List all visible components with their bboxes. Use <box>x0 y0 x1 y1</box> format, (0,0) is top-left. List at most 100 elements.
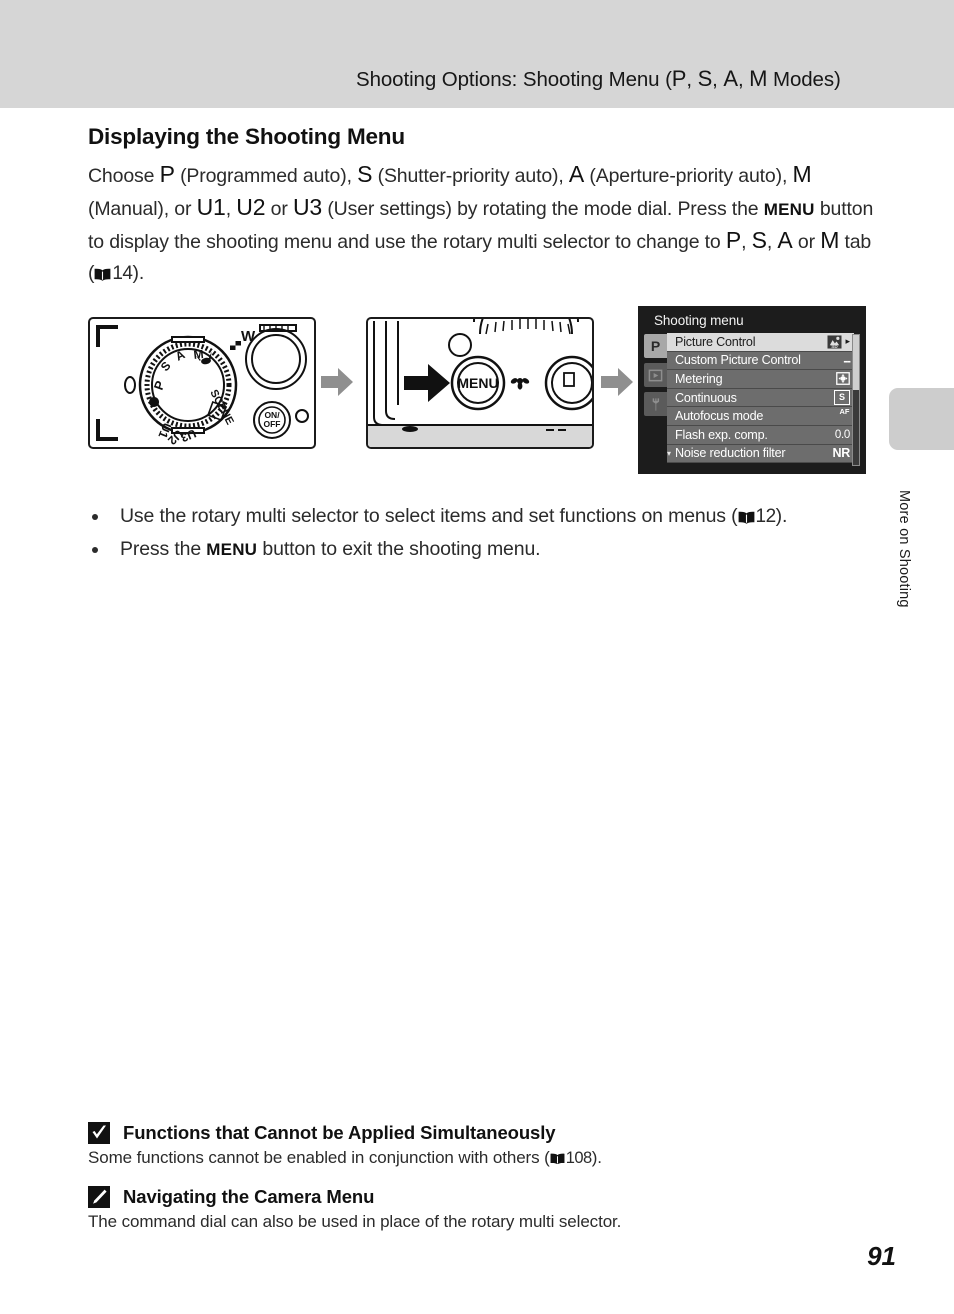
intro-glyph-p1: P <box>159 161 175 187</box>
header-mode-s: S <box>697 66 713 91</box>
menu-row-autofocus-mode[interactable]: Autofocus mode AF S <box>667 407 854 426</box>
checkmark-icon <box>88 1122 110 1144</box>
af-mode-letter: S <box>838 415 850 425</box>
intro-t1: Choose <box>88 165 160 187</box>
header-mode-m: M <box>749 66 768 91</box>
chapter-tab-marker <box>889 388 954 450</box>
menu-row-value: -- <box>843 352 851 368</box>
menu-row-value: AF S <box>824 408 850 425</box>
playback-icon <box>644 363 667 387</box>
shooting-menu-screen: Shooting menu P Picture Control SD ▸ Cus… <box>638 306 866 474</box>
menu-button-svg: MENU <box>368 319 592 447</box>
af-label: AF <box>839 406 850 416</box>
note-2-t1: The command dial can also be used in pla… <box>88 1212 622 1231</box>
note-body: Some functions cannot be enabled in conj… <box>88 1148 878 1168</box>
open-book-icon <box>94 261 111 281</box>
camera-back-menu-button-illustration: MENU <box>366 317 594 449</box>
intro-glyph-m2: M <box>820 227 840 253</box>
intro-glyph-u2: U2 <box>236 193 266 220</box>
wrench-icon <box>644 392 667 416</box>
menu-tab-playback[interactable] <box>644 363 667 387</box>
svg-text:SD: SD <box>832 344 839 349</box>
menu-row-label: Flash exp. comp. <box>675 427 768 442</box>
menu-row-continuous[interactable]: Continuous S <box>667 388 854 408</box>
figure-illustration-row: W ON/ OFF P S A M SCENE U1 U2 U3 MENU Sh… <box>88 306 878 478</box>
note-1-t1: Some functions cannot be enabled in conj… <box>88 1148 550 1167</box>
menu-row-value: NR <box>832 446 851 461</box>
page-reference: 14 <box>94 261 133 284</box>
intro-glyph-u1: U1 <box>196 193 226 220</box>
open-book-icon <box>738 502 755 524</box>
intro-paragraph: Choose P (Programmed auto), S (Shutter-p… <box>88 159 878 289</box>
intro-t10: , <box>741 231 752 253</box>
menu-tab-shooting[interactable]: P <box>644 334 667 358</box>
mode-dial-svg: W ON/ OFF P S A M SCENE U1 U2 U3 <box>96 324 309 447</box>
menu-row-metering[interactable]: Metering <box>667 370 854 389</box>
shooting-menu-list: Picture Control SD ▸ Custom Picture Cont… <box>667 333 854 464</box>
note-1-t2: ). <box>591 1148 602 1167</box>
menu-row-noise-reduction-filter[interactable]: ▾ Noise reduction filter NR <box>667 444 854 464</box>
intro-t14: ). <box>132 261 145 284</box>
bullet-1-t2: ). <box>775 505 788 527</box>
bullet-item: Press the MENU button to exit the shooti… <box>88 533 878 566</box>
pencil-icon <box>88 1186 110 1208</box>
right-arrow-icon <box>321 368 353 396</box>
intro-glyph-a2: A <box>777 227 793 253</box>
intro-glyph-s1: S <box>357 161 373 187</box>
flow-arrow-2 <box>600 367 634 397</box>
menu-tab-setup[interactable] <box>644 392 667 416</box>
bullet-1-t1: Use the rotary multi selector to select … <box>120 505 738 527</box>
header-mode-p: P <box>671 66 687 91</box>
menu-row-label: Picture Control <box>675 334 756 349</box>
chapter-tab-label: More on Shooting <box>896 490 912 608</box>
menu-row-value: 0.0 <box>834 428 850 441</box>
menu-row-picture-control[interactable]: Picture Control SD ▸ <box>667 333 854 352</box>
single-shot-icon: S <box>834 390 850 406</box>
header-title-prefix: Shooting Options: Shooting Menu ( <box>356 68 672 91</box>
scroll-down-icon: ▾ <box>667 448 672 458</box>
page-header-band: Shooting Options: Shooting Menu (P, S, A… <box>0 0 954 108</box>
bullet-item: Use the rotary multi selector to select … <box>88 500 878 533</box>
page-number: 91 <box>867 1241 896 1271</box>
intro-glyph-menu: MENU <box>763 199 815 219</box>
bullet-2-t2: button to exit the shooting menu. <box>257 538 541 560</box>
intro-t6: , <box>225 197 237 220</box>
svg-text:OFF: OFF <box>264 419 281 429</box>
intro-t11: , <box>766 231 778 253</box>
intro-glyph-s2: S <box>751 227 767 253</box>
note-title: Functions that Cannot be Applied Simulta… <box>123 1122 556 1143</box>
bullet-list: Use the rotary multi selector to select … <box>88 500 878 566</box>
open-book-icon <box>550 1150 565 1164</box>
intro-t5: (Manual), or <box>88 197 197 220</box>
menu-button-glyph: MENU <box>206 540 258 559</box>
intro-t4: (Aperture-priority auto), <box>584 165 793 187</box>
menu-row-label: Continuous <box>675 390 737 405</box>
note-title: Navigating the Camera Menu <box>123 1186 375 1207</box>
flow-arrow-1 <box>320 367 354 397</box>
svg-text:W: W <box>241 328 256 345</box>
shooting-menu-title: Shooting menu <box>654 313 744 328</box>
picture-control-icon: SD <box>816 335 842 349</box>
intro-t7: or <box>265 197 293 220</box>
shooting-mode-p-icon: P <box>650 338 661 354</box>
menu-row-custom-picture-control[interactable]: Custom Picture Control -- <box>667 351 854 371</box>
intro-glyph-p2: P <box>725 227 742 253</box>
menu-row-label: Metering <box>675 371 723 386</box>
intro-glyph-m1: M <box>792 161 812 187</box>
af-s-icon: AF S <box>838 406 850 425</box>
intro-glyph-u3: U3 <box>292 193 323 220</box>
intro-t8: (User settings) by rotating the mode dia… <box>322 197 764 220</box>
header-sep-1: , <box>686 68 698 91</box>
right-arrow-icon <box>601 368 633 396</box>
note-body: The command dial can also be used in pla… <box>88 1212 878 1232</box>
section-heading: Displaying the Shooting Menu <box>88 124 405 149</box>
menu-scrollbar-thumb[interactable] <box>853 335 859 390</box>
chevron-right-icon: ▸ <box>845 336 850 347</box>
page-content: Displaying the Shooting Menu Choose P (P… <box>88 124 878 289</box>
page-reference: 108 <box>550 1149 592 1167</box>
footer-notes: Functions that Cannot be Applied Simulta… <box>88 1122 878 1250</box>
intro-glyph-a1: A <box>568 161 585 187</box>
menu-row-flash-exp-comp[interactable]: Flash exp. comp. 0.0 <box>667 425 854 445</box>
menu-scrollbar[interactable] <box>852 334 860 466</box>
menu-row-value: S <box>824 390 850 406</box>
